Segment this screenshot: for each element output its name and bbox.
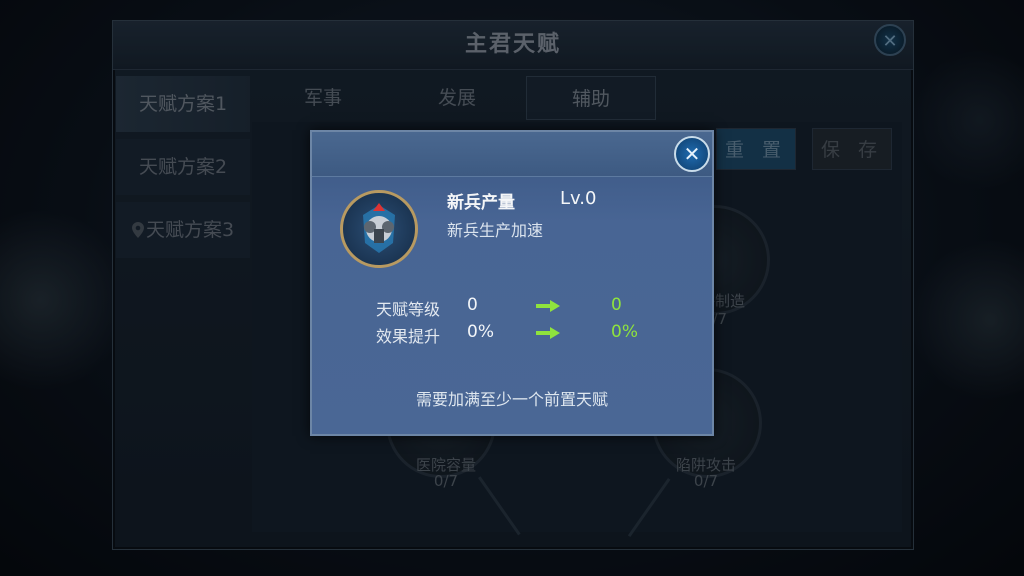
requirement-text: 需要加满至少一个前置天赋 [415,390,608,409]
talent-icon [340,190,418,268]
close-icon[interactable]: ✕ [674,136,710,172]
talent-level: Lv.0 [560,188,597,209]
arrow-right-icon [536,300,560,312]
talent-description: 新兵生产加速 [447,221,544,240]
stat-current: 0% [467,322,494,342]
stat-next: 0% [611,322,638,342]
stat-label: 天赋等级 [376,300,441,319]
stat-current: 0 [467,295,478,315]
stat-next: 0 [611,295,622,315]
stat-label: 效果提升 [376,327,441,346]
talent-name: 新兵产量 [447,193,515,213]
popup-header [312,132,712,177]
knight-helmet-icon [363,203,395,253]
arrow-right-icon [536,327,560,339]
